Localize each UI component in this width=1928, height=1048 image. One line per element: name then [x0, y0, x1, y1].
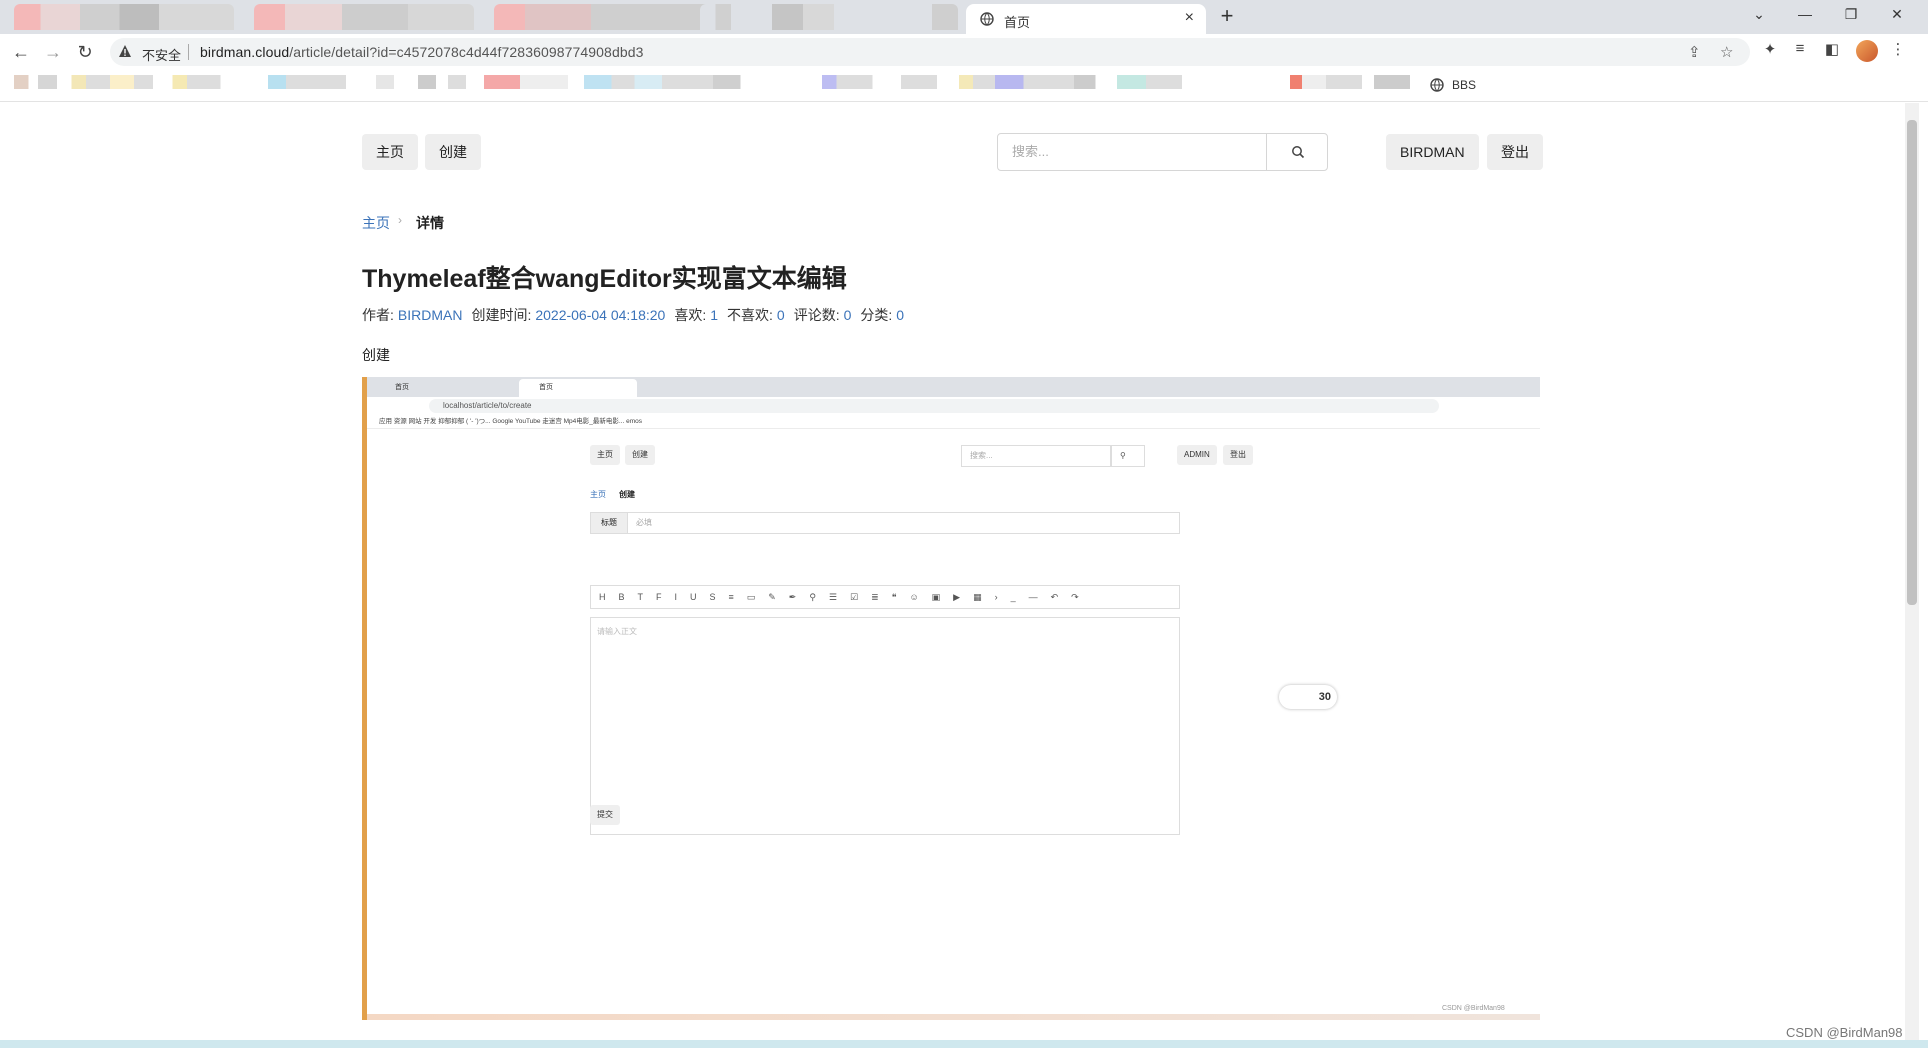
reading-list-icon[interactable]: ≡ [1790, 40, 1810, 57]
created-value: 2022-06-04 04:18:20 [535, 307, 666, 323]
embedded-search-input: 搜索... [961, 445, 1111, 467]
url-path: /article/detail?id=c4572078c4d44f7283609… [289, 44, 644, 60]
embedded-editor-toolbar: HBTFIUS≡▭✎✒⚲☰☑≣❝☺▣▶▦›_—↶↷ [590, 585, 1180, 609]
blurred-tab[interactable] [14, 4, 234, 30]
likes-label: 喜欢: [674, 307, 707, 323]
extensions-icon[interactable]: ✦ [1760, 40, 1780, 58]
active-tab-title: 首页 [1004, 15, 1031, 30]
tab-search-icon[interactable]: ⌄ [1747, 6, 1771, 23]
bottom-strip [0, 1040, 1928, 1048]
embedded-editor: 请输入正文 [590, 617, 1180, 835]
embedded-url: localhost/article/to/create [429, 399, 1439, 413]
author-link[interactable]: BIRDMAN [398, 307, 463, 323]
address-bar-row: ← → ↻ 不安全 birdman.cloud/article/detail?i… [0, 34, 1928, 70]
watermark: CSDN @BirdMan98 [1786, 1025, 1903, 1040]
home-button[interactable]: 主页 [362, 134, 418, 170]
article-title: Thymeleaf整合wangEditor实现富文本编辑 [362, 265, 847, 293]
embedded-watermark: CSDN @BirdMan98 [1442, 1005, 1505, 1012]
reload-icon[interactable]: ↻ [74, 42, 96, 63]
embedded-editor-placeholder: 请输入正文 [597, 627, 637, 636]
share-icon[interactable]: ⇪ [1688, 43, 1701, 61]
dislikes-label: 不喜欢: [727, 307, 773, 323]
embedded-tab-strip: 首页 首页 [367, 377, 1540, 397]
insecure-label: 不安全 [142, 48, 182, 63]
embedded-speed-widget: 30 [1279, 685, 1337, 709]
close-tab-icon[interactable]: × [1185, 9, 1194, 27]
blurred-tab[interactable] [494, 4, 714, 30]
active-tab[interactable]: 首页 × [966, 4, 1206, 34]
breadcrumb-current: 详情 [416, 215, 444, 231]
menu-icon[interactable]: ⋮ [1888, 40, 1908, 58]
restore-icon[interactable]: ❐ [1839, 6, 1863, 23]
embedded-bookmarks: 应用 资源 网站 开发 抑郁抑郁 ( '- ')つ... Google YouT… [367, 415, 1540, 429]
screen: 首页 × + ⌄ — ❐ ✕ ← → ↻ 不安全 birdman.cloud/a… [0, 0, 1928, 1048]
divider [188, 44, 189, 60]
close-window-icon[interactable]: ✕ [1885, 6, 1909, 23]
page-content: 主页 创建 搜索... BIRDMAN 登出 主页 › 详情 Thymeleaf… [0, 103, 1904, 1043]
bookmarks-bar: BBS [0, 70, 1928, 102]
embedded-title-input: 必填 [628, 512, 1180, 534]
blurred-bookmarks[interactable] [822, 75, 1182, 89]
embedded-bottom-edge [367, 1014, 1540, 1020]
bookmark-bbs[interactable]: BBS [1452, 78, 1476, 92]
embedded-crumb-home: 主页 [590, 490, 606, 499]
tab-strip: 首页 × + ⌄ — ❐ ✕ [0, 0, 1928, 34]
likes-value: 1 [710, 307, 719, 323]
search-button[interactable] [1266, 133, 1328, 171]
category-label: 分类: [860, 307, 893, 323]
embedded-logout-button: 登出 [1223, 445, 1253, 465]
user-button[interactable]: BIRDMAN [1386, 134, 1479, 170]
profile-avatar[interactable] [1856, 40, 1878, 62]
embedded-home-button: 主页 [590, 445, 620, 465]
blurred-bookmarks[interactable] [584, 75, 814, 89]
blurred-tab[interactable] [700, 4, 958, 30]
embedded-create-button: 创建 [625, 445, 655, 465]
blurred-bookmarks[interactable] [268, 75, 568, 89]
search-icon [1292, 146, 1305, 159]
comments-value: 0 [843, 307, 852, 323]
article-meta: 作者: BIRDMAN 创建时间: 2022-06-04 04:18:20 喜欢: 1 不喜… [362, 305, 913, 325]
embedded-admin-button: ADMIN [1177, 445, 1217, 465]
new-tab-icon[interactable]: + [1214, 3, 1240, 29]
warning-icon[interactable] [118, 44, 132, 58]
back-icon[interactable]: ← [10, 42, 32, 63]
embedded-address-bar: localhost/article/to/create [367, 397, 1540, 415]
bookmark-star-icon[interactable]: ☆ [1720, 43, 1733, 61]
side-panel-icon[interactable]: ◧ [1822, 40, 1842, 58]
create-button[interactable]: 创建 [425, 134, 481, 170]
blurred-bookmarks[interactable] [14, 75, 254, 89]
url-text: birdman.cloud/article/detail?id=c4572078… [200, 44, 644, 60]
category-value[interactable]: 0 [896, 307, 904, 323]
omnibox[interactable]: 不安全 birdman.cloud/article/detail?id=c457… [110, 38, 1750, 66]
globe-icon [980, 12, 994, 26]
embedded-submit-button: 提交 [590, 805, 620, 825]
url-host: birdman.cloud [200, 44, 290, 60]
logout-button[interactable]: 登出 [1487, 134, 1543, 170]
forward-icon[interactable]: → [42, 42, 64, 63]
minimize-icon[interactable]: — [1793, 6, 1817, 22]
breadcrumb-separator: › [398, 213, 402, 227]
embedded-tab: 首页 [375, 379, 495, 397]
scrollbar-thumb[interactable] [1907, 120, 1917, 605]
article-image: 首页 首页 localhost/article/to/create 应用 资源 … [362, 377, 1540, 1020]
dislikes-value: 0 [776, 307, 785, 323]
created-label: 创建时间: [471, 307, 532, 323]
search-input[interactable]: 搜索... [997, 133, 1267, 171]
globe-icon [1430, 78, 1444, 92]
embedded-title-label: 标题 [590, 512, 628, 534]
breadcrumb-home[interactable]: 主页 [362, 213, 390, 233]
blurred-bookmarks[interactable] [1290, 75, 1410, 89]
embedded-search-button: ⚲ [1111, 445, 1145, 467]
author-label: 作者: [362, 307, 394, 323]
embedded-tab: 首页 [519, 379, 637, 397]
comments-label: 评论数: [793, 307, 840, 323]
embedded-crumb-current: 创建 [619, 490, 635, 499]
article-body-text: 创建 [362, 347, 390, 363]
blurred-tab[interactable] [254, 4, 474, 30]
